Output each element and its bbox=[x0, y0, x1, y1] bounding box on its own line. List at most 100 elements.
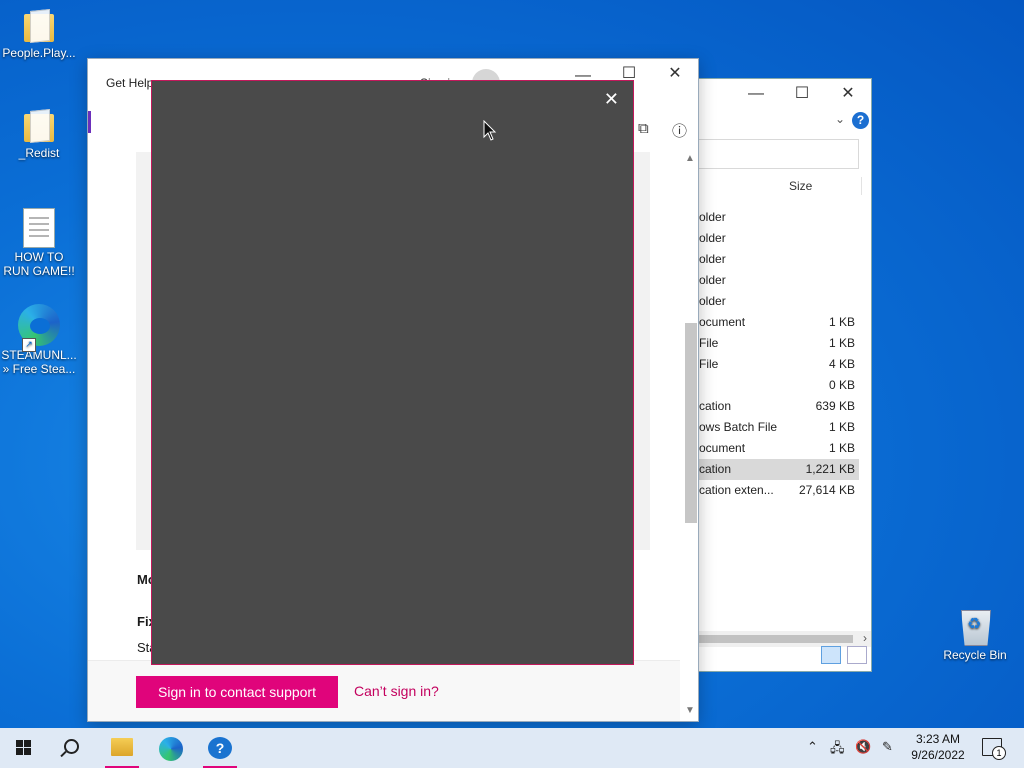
recycle-bin-icon bbox=[957, 604, 993, 646]
taskbar-edge[interactable] bbox=[148, 728, 194, 768]
file-size: 1 KB bbox=[828, 336, 855, 350]
minimize-button[interactable]: — bbox=[733, 79, 779, 109]
file-size: 1 KB bbox=[828, 441, 855, 455]
taskbar-search-button[interactable] bbox=[50, 728, 96, 768]
desktop-icon-label: Recycle Bin bbox=[943, 648, 1007, 662]
network-icon[interactable]: 🖧 bbox=[830, 739, 845, 761]
file-row[interactable]: cation 639 KB bbox=[691, 396, 871, 417]
share-icon[interactable]: ⧉ bbox=[638, 120, 649, 137]
file-row[interactable]: older bbox=[691, 270, 871, 291]
text-document-icon bbox=[23, 208, 55, 248]
folder-icon bbox=[22, 10, 56, 44]
vertical-scrollbar[interactable]: ▲ ▼ bbox=[682, 151, 698, 721]
close-button[interactable]: ✕ bbox=[652, 59, 698, 89]
folder-icon bbox=[22, 110, 56, 144]
file-row[interactable]: older bbox=[691, 207, 871, 228]
footer-bar: Sign in to contact support Can’t sign in… bbox=[88, 660, 680, 721]
file-explorer-window[interactable]: — ☐ ✕ ⌄ ? Size older older older older o… bbox=[690, 78, 872, 672]
cant-sign-in-link[interactable]: Can’t sign in? bbox=[354, 683, 439, 699]
desktop-icon-redist[interactable]: _Redist bbox=[0, 110, 78, 160]
clock-date: 9/26/2022 bbox=[911, 748, 965, 762]
scrollbar-thumb[interactable] bbox=[691, 635, 853, 643]
file-list: older older older older older ocument 1 K… bbox=[691, 207, 871, 501]
shortcut-arrow-icon: ↗ bbox=[22, 338, 36, 352]
close-icon[interactable]: ✕ bbox=[604, 89, 619, 110]
scroll-down-icon[interactable]: ▼ bbox=[685, 705, 695, 716]
system-clock[interactable]: 3:23 AM 9/26/2022 bbox=[902, 731, 974, 763]
file-size: 1 KB bbox=[828, 420, 855, 434]
file-type: older bbox=[699, 210, 726, 224]
desktop-icon-steamunlocked[interactable]: ↗ STEAMUNL... » Free Stea... bbox=[0, 304, 78, 376]
help-icon[interactable]: ? bbox=[852, 112, 869, 129]
file-type: File bbox=[699, 336, 719, 350]
clock-time: 3:23 AM bbox=[915, 732, 961, 746]
desktop-icon-label: People.Play... bbox=[2, 46, 76, 60]
desktop-icon-label: HOW TO RUN GAME!! bbox=[3, 250, 75, 278]
file-size: 27,614 KB bbox=[798, 483, 855, 497]
desktop-icon-how-to-run[interactable]: HOW TO RUN GAME!! bbox=[0, 208, 78, 278]
file-row[interactable]: cation exten... 27,614 KB bbox=[691, 480, 871, 501]
maximize-button[interactable]: ☐ bbox=[779, 79, 825, 109]
file-type: older bbox=[699, 294, 726, 308]
file-size: 1 KB bbox=[828, 315, 855, 329]
file-row[interactable]: ows Batch File 1 KB bbox=[691, 417, 871, 438]
file-row-selected[interactable]: cation 1,221 KB bbox=[691, 459, 859, 480]
file-explorer-icon bbox=[111, 738, 133, 756]
start-button[interactable] bbox=[0, 728, 46, 768]
file-type: cation bbox=[699, 399, 732, 413]
file-size: 4 KB bbox=[828, 357, 855, 371]
windows-logo-icon bbox=[16, 740, 32, 756]
scroll-up-icon[interactable]: ▲ bbox=[685, 153, 695, 164]
sign-in-to-contact-support-button[interactable]: Sign in to contact support bbox=[136, 676, 338, 708]
file-row[interactable]: ocument 1 KB bbox=[691, 438, 871, 459]
desktop-icon-people-play[interactable]: People.Play... bbox=[0, 10, 78, 60]
file-row[interactable]: ocument 1 KB bbox=[691, 312, 871, 333]
search-input[interactable] bbox=[691, 139, 859, 169]
search-icon bbox=[64, 739, 79, 754]
show-hidden-icons-chevron-icon[interactable]: ⌃ bbox=[807, 739, 818, 755]
sign-in-dialog[interactable]: ✕ bbox=[151, 80, 634, 665]
file-type: older bbox=[699, 273, 726, 287]
scrollbar-thumb[interactable] bbox=[685, 323, 697, 523]
horizontal-scrollbar[interactable]: › bbox=[691, 631, 871, 647]
taskbar-get-help[interactable]: ? bbox=[197, 728, 243, 768]
file-type: File bbox=[699, 357, 719, 371]
column-header-row: Size bbox=[691, 175, 871, 197]
file-size: 639 KB bbox=[815, 399, 855, 413]
column-separator bbox=[861, 177, 862, 195]
volume-muted-icon[interactable]: 🔇 bbox=[855, 739, 871, 755]
info-icon[interactable]: ⓘ bbox=[672, 120, 687, 141]
file-type: ocument bbox=[699, 315, 746, 329]
pen-workspace-icon[interactable]: ✎ bbox=[882, 739, 893, 755]
file-type: cation exten... bbox=[699, 483, 774, 497]
details-view-icon[interactable] bbox=[820, 646, 841, 664]
file-type: ocument bbox=[699, 441, 746, 455]
file-type: older bbox=[699, 231, 726, 245]
scroll-right-icon[interactable]: › bbox=[863, 631, 867, 645]
notification-count-badge: 1 bbox=[992, 746, 1006, 760]
large-icons-view-icon[interactable] bbox=[847, 646, 867, 664]
file-row[interactable]: 0 KB bbox=[691, 375, 871, 396]
taskbar: ? ⌃ 🖧 🔇 ✎ 3:23 AM 9/26/2022 1 bbox=[0, 728, 1024, 768]
desktop-icon-label: _Redist bbox=[18, 146, 60, 160]
view-toggle bbox=[819, 646, 867, 669]
file-row[interactable]: older bbox=[691, 291, 871, 312]
close-button[interactable]: ✕ bbox=[825, 79, 871, 109]
file-type: cation bbox=[699, 462, 732, 476]
desktop-icon-recycle-bin[interactable]: Recycle Bin bbox=[936, 604, 1014, 662]
column-header-size[interactable]: Size bbox=[789, 179, 812, 193]
file-row[interactable]: older bbox=[691, 228, 871, 249]
taskbar-file-explorer[interactable] bbox=[99, 728, 145, 768]
mouse-cursor-icon bbox=[483, 120, 497, 141]
ribbon-expand-chevron-icon[interactable]: ⌄ bbox=[835, 112, 845, 126]
get-help-icon: ? bbox=[208, 737, 232, 759]
edge-icon bbox=[159, 737, 183, 761]
file-row[interactable]: File 4 KB bbox=[691, 354, 871, 375]
file-row[interactable]: File 1 KB bbox=[691, 333, 871, 354]
file-type: ows Batch File bbox=[699, 420, 778, 434]
file-size: 0 KB bbox=[828, 378, 855, 392]
file-row[interactable]: older bbox=[691, 249, 871, 270]
file-type: older bbox=[699, 252, 726, 266]
nav-accent-bar bbox=[88, 111, 91, 133]
explorer-titlebar[interactable]: — ☐ ✕ bbox=[691, 79, 871, 111]
